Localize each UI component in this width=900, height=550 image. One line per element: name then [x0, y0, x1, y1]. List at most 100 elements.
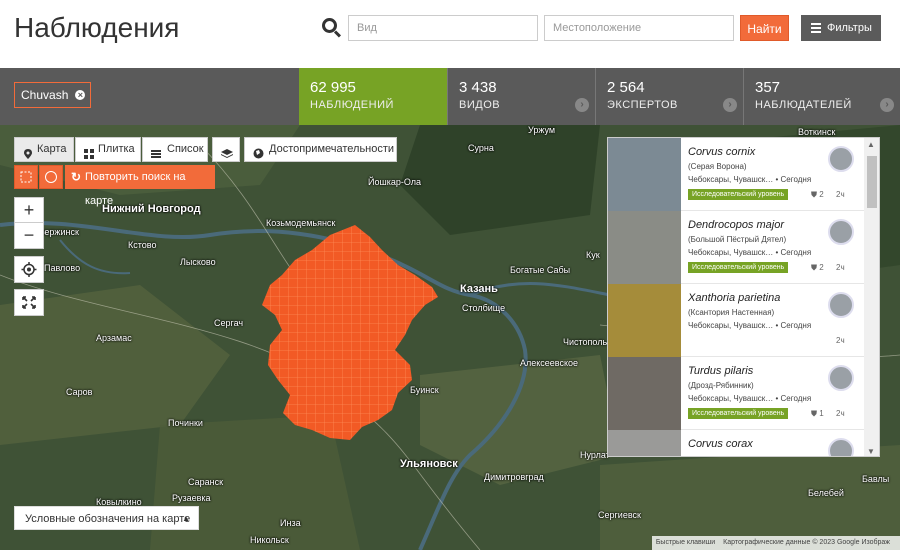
map[interactable]: Нижний Новгород Казань Ульяновск Йошкар-Ола…: [0, 125, 900, 550]
circle-icon: [45, 171, 57, 183]
draw-rectangle-button[interactable]: [14, 165, 38, 189]
tab-map[interactable]: Карта: [14, 137, 74, 162]
observation-place: Чебоксары, Чувашск… • Сегодня: [688, 321, 812, 330]
scrollbar-thumb[interactable]: [867, 156, 877, 208]
shield-icon: ⛊: [811, 409, 820, 418]
observation-name[interactable]: Turdus pilaris: [688, 365, 753, 377]
fullscreen-button[interactable]: [14, 289, 44, 316]
observation-card[interactable]: Corvus cornix (Серая Ворона) Чебоксары, Чу…: [608, 138, 864, 211]
tab-grid[interactable]: Плитка: [75, 137, 141, 162]
city-label: Богатые Сабы: [510, 265, 571, 275]
avatar[interactable]: [828, 146, 854, 172]
city-label: Никольск: [250, 535, 289, 545]
avatar[interactable]: [828, 292, 854, 318]
city-label: Ульяновск: [400, 458, 458, 470]
city-label: Инза: [280, 518, 301, 528]
filters-button[interactable]: Фильтры: [801, 15, 881, 41]
tab-map-label: Карта: [37, 143, 67, 155]
redo-search-button[interactable]: ↻ Повторить поиск на карте: [65, 165, 215, 207]
city-label: Починки: [168, 418, 203, 428]
shield-icon: ⛊: [811, 263, 820, 272]
grid-icon: [84, 145, 94, 159]
observation-name[interactable]: Dendrocopos major: [688, 219, 784, 231]
city-label: Лысково: [180, 257, 216, 267]
tab-list[interactable]: Список: [142, 137, 208, 162]
species-input[interactable]: Вид: [348, 15, 538, 41]
layers-button[interactable]: [212, 137, 240, 162]
observation-photo[interactable]: [608, 430, 681, 456]
map-pin-icon: [23, 145, 33, 159]
stat-observations[interactable]: 62 995 НАБЛЮДЕНИЙ: [299, 68, 447, 125]
refresh-icon: ↻: [71, 170, 82, 184]
stat-experts[interactable]: 2 564 ЭКСПЕРТОВ ›: [595, 68, 743, 125]
find-button[interactable]: Найти: [740, 15, 789, 41]
observation-card[interactable]: Corvus corax: [608, 430, 864, 456]
observation-time: 2ч: [836, 263, 845, 272]
stat-observers[interactable]: 357 НАБЛЮДАТЕЛЕЙ ›: [743, 68, 900, 125]
stat-observations-value: 62 995: [310, 79, 356, 96]
observation-place: Чебоксары, Чувашск… • Сегодня: [688, 248, 812, 257]
city-label: Арзамас: [96, 333, 132, 343]
scrollbar[interactable]: ▲ ▼: [864, 138, 879, 456]
scroll-down-icon[interactable]: ▼: [867, 447, 875, 456]
city-label: Воткинск: [798, 127, 836, 137]
shortcuts-link[interactable]: Быстрые клавиши: [656, 539, 715, 546]
identifications-value: 2: [819, 190, 824, 199]
observation-card[interactable]: Xanthoria parietina (Ксантория Настенная)…: [608, 284, 864, 357]
zoom-in-button[interactable]: +: [15, 198, 43, 223]
observation-common-name: (Дрозд-Рябинник): [688, 381, 754, 390]
city-label: Уржум: [528, 125, 556, 135]
chevron-right-icon[interactable]: ›: [880, 98, 894, 112]
observation-card[interactable]: Turdus pilaris (Дрозд-Рябинник) Чебоксары,…: [608, 357, 864, 430]
place-chip-label: Chuvash: [21, 88, 69, 102]
city-label: Бавлы: [862, 474, 890, 484]
avatar[interactable]: [828, 438, 854, 456]
stats-bar: Chuvash × 62 995 НАБЛЮДЕНИЙ 3 438 ВИДОВ …: [0, 68, 900, 125]
chevron-right-icon[interactable]: ›: [575, 98, 589, 112]
scroll-up-icon[interactable]: ▲: [867, 140, 875, 149]
city-label: Козьмодемьянск: [266, 218, 336, 228]
observation-photo[interactable]: [608, 357, 681, 430]
map-legend-button[interactable]: Условные обозначения на карте ▲: [14, 506, 199, 530]
location-input[interactable]: Местоположение: [544, 15, 734, 41]
observation-name[interactable]: Corvus corax: [688, 438, 753, 450]
observation-card[interactable]: Dendrocopos major (Большой Пёстрый Дятел)…: [608, 211, 864, 284]
zoom-control: + −: [14, 197, 44, 249]
stat-observations-label: НАБЛЮДЕНИЙ: [310, 99, 394, 111]
close-icon[interactable]: ×: [75, 90, 86, 100]
observation-photo[interactable]: [608, 284, 681, 357]
quality-badge: Исследовательский уровень: [688, 262, 789, 273]
observation-place: Чебоксары, Чувашск… • Сегодня: [688, 175, 812, 184]
chevron-right-icon[interactable]: ›: [723, 98, 737, 112]
filters-label: Фильтры: [827, 22, 872, 34]
zoom-out-button[interactable]: −: [15, 223, 43, 248]
city-label: Нижний Новгород: [102, 203, 201, 215]
tab-grid-label: Плитка: [98, 143, 135, 155]
stat-observers-value: 357: [755, 79, 781, 96]
stat-experts-value: 2 564: [607, 79, 645, 96]
stat-species-value: 3 438: [459, 79, 497, 96]
landmarks-button[interactable]: Достопримечательности: [244, 137, 397, 162]
city-label: Павлово: [44, 263, 81, 273]
layers-icon: [221, 145, 233, 158]
avatar[interactable]: [828, 219, 854, 245]
rectangle-icon: [20, 171, 32, 183]
city-label: Саранск: [188, 477, 224, 487]
city-label: Сергач: [214, 318, 244, 328]
locate-button[interactable]: [14, 256, 44, 283]
observation-name[interactable]: Xanthoria parietina: [688, 292, 780, 304]
observation-common-name: (Ксантория Настенная): [688, 308, 775, 317]
city-label: Рузаевка: [172, 493, 211, 503]
draw-circle-button[interactable]: [39, 165, 63, 189]
observation-name[interactable]: Corvus cornix: [688, 146, 755, 158]
place-filter-chip[interactable]: Chuvash ×: [14, 82, 92, 108]
avatar[interactable]: [828, 365, 854, 391]
caret-up-icon: ▲: [182, 514, 190, 523]
city-label: Сурна: [468, 143, 494, 153]
stat-species[interactable]: 3 438 ВИДОВ ›: [447, 68, 595, 125]
observation-time: 2ч: [836, 409, 845, 418]
identifications-value: 2: [819, 263, 824, 272]
observation-photo[interactable]: [608, 211, 681, 284]
observation-common-name: (Большой Пёстрый Дятел): [688, 235, 787, 244]
observation-photo[interactable]: [608, 138, 681, 211]
